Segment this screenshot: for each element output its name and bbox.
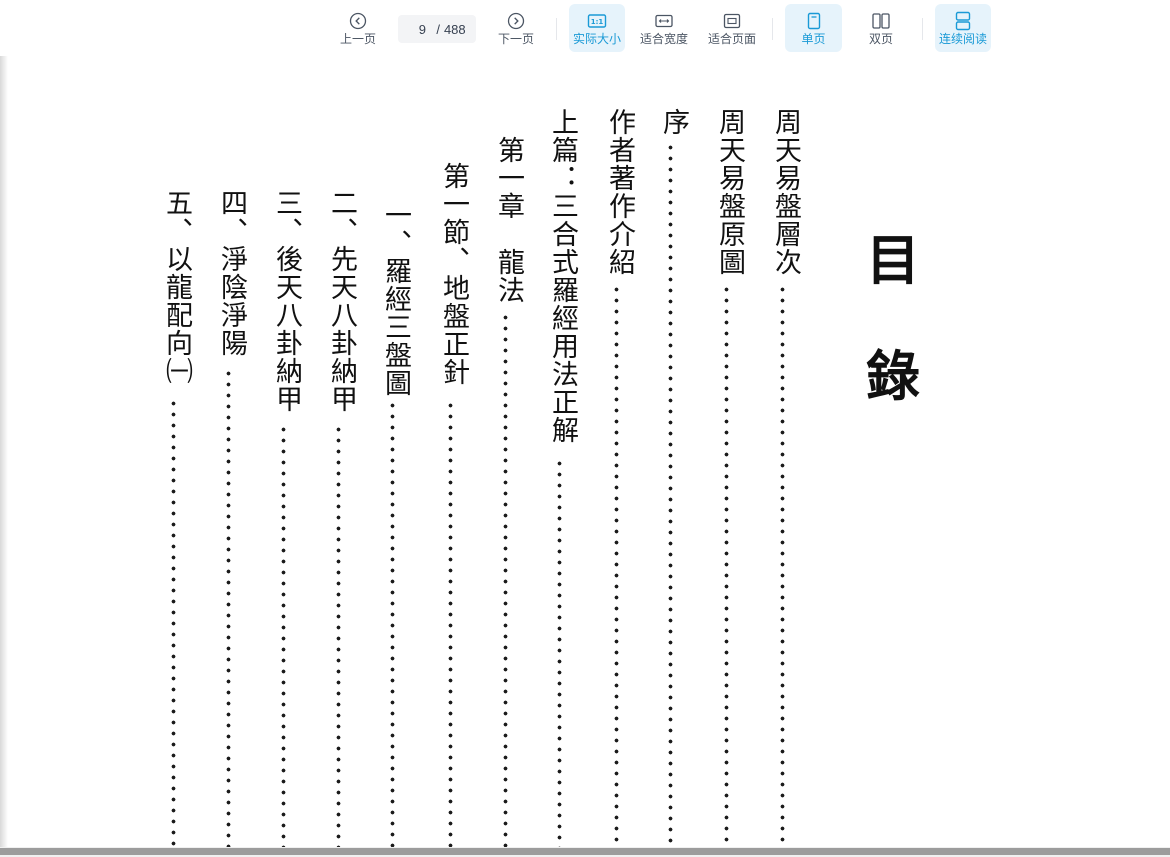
fit-page-icon	[722, 10, 742, 32]
fit-width-icon	[654, 10, 674, 32]
double-page-button[interactable]: 双页	[853, 4, 909, 52]
continuous-reading-button[interactable]: 连续阅读	[935, 4, 991, 52]
continuous-reading-icon	[954, 10, 972, 32]
single-page-icon	[806, 10, 822, 32]
toc-entry: 二、先天八卦納甲	[326, 189, 357, 413]
toc-dot-leader	[171, 398, 176, 847]
toc-title-char: 目	[866, 228, 920, 292]
toc-dot-leader	[390, 400, 395, 847]
toc-dot-leader	[448, 400, 453, 847]
toc-dot-leader	[780, 284, 785, 847]
scrollbar-thumb[interactable]	[0, 848, 1170, 855]
toc-entry: 第一章 龍法	[493, 136, 524, 304]
next-page-button[interactable]: 下一页	[492, 4, 540, 52]
toc-title-char: 錄	[866, 344, 920, 408]
toc-entry: 上篇：三合式羅經用法正解	[547, 108, 578, 444]
toc-entry: 周天易盤原圖	[714, 108, 745, 276]
fit-page-label: 适合页面	[707, 32, 756, 46]
toc-dot-leader	[281, 424, 286, 847]
toc-entry: 一、羅經三盤圖	[380, 201, 411, 397]
toc-dot-leader	[614, 284, 619, 847]
toc-dot-leader	[503, 312, 508, 847]
prev-page-label: 上一页	[339, 32, 376, 46]
toc-entry: 第一節、地盤正針	[438, 162, 469, 386]
toc-entry: 序	[658, 108, 689, 136]
toc-entry: 五、以龍配向㈠	[161, 189, 192, 385]
page-total: 488	[443, 21, 466, 37]
toc-dot-leader	[668, 142, 673, 847]
toc-dot-leader	[336, 424, 341, 847]
toc-dot-leader	[724, 284, 729, 847]
single-page-button[interactable]: 单页	[785, 4, 842, 52]
page-number-input[interactable]: 9	[408, 22, 436, 37]
toc-entry: 三、後天八卦納甲	[271, 189, 302, 413]
single-page-label: 单页	[801, 32, 826, 46]
fit-width-label: 适合宽度	[639, 32, 688, 46]
prev-page-button[interactable]: 上一页	[334, 4, 382, 52]
toolbar-divider	[556, 18, 557, 40]
page-indicator: 9 / 488	[398, 15, 476, 43]
actual-size-button[interactable]: 1:1 实际大小	[569, 4, 625, 52]
svg-text:1:1: 1:1	[591, 18, 604, 26]
toc-entry: 四、淨陰淨陽	[216, 189, 247, 357]
fit-width-button[interactable]: 适合宽度	[636, 4, 692, 52]
actual-size-label: 实际大小	[572, 32, 621, 46]
chevron-left-circle-icon	[349, 10, 367, 32]
toc-dot-leader	[226, 368, 231, 847]
toc-entry: 周天易盤層次	[770, 108, 801, 276]
viewer-toolbar: 上一页 9 / 488 下一页 1:1 实际大小 适合宽度 适合页面 单页 双页…	[0, 0, 1170, 56]
double-page-icon	[871, 10, 891, 32]
next-page-label: 下一页	[497, 32, 534, 46]
toolbar-divider	[922, 18, 923, 40]
double-page-label: 双页	[868, 32, 893, 46]
actual-size-icon: 1:1	[587, 10, 607, 32]
fit-page-button[interactable]: 适合页面	[704, 4, 760, 52]
document-viewer[interactable]: 目 錄 周天易盤層次 周天易盤原圖 序 作者著作介紹 上篇：三合式羅經用法正解 …	[0, 56, 1170, 847]
page-separator: /	[436, 21, 440, 37]
chevron-right-circle-icon	[507, 10, 525, 32]
page-edge-shadow	[0, 56, 8, 847]
toolbar-divider	[772, 18, 773, 40]
toc-dot-leader	[557, 458, 562, 847]
continuous-reading-label: 连续阅读	[938, 32, 987, 46]
horizontal-scrollbar[interactable]	[0, 847, 1170, 857]
toc-entry: 作者著作介紹	[604, 108, 635, 276]
